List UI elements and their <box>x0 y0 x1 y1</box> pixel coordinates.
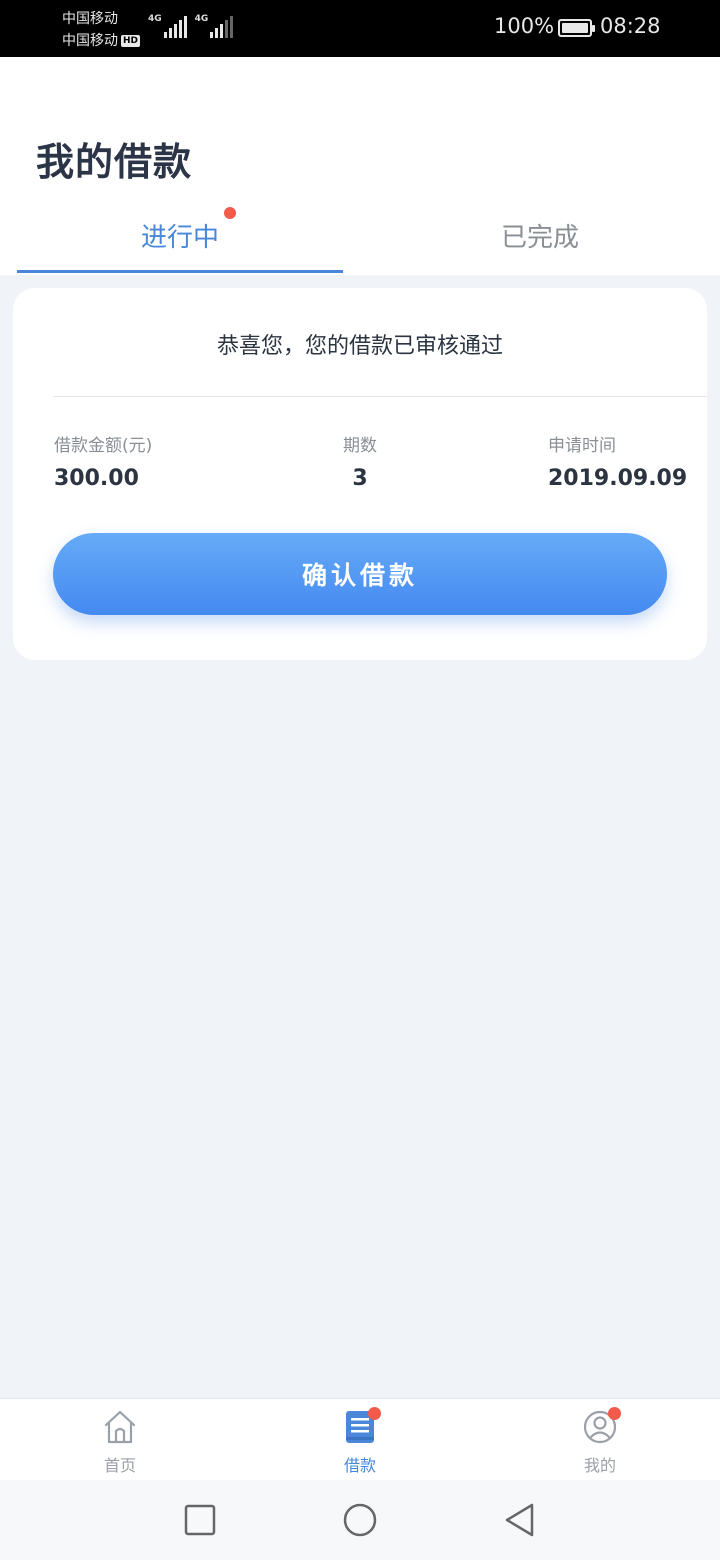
active-tab-indicator <box>17 270 343 273</box>
nav-label-mine: 我的 <box>583 1456 616 1475</box>
apply-date-value: 2019.09.09 <box>548 466 688 491</box>
loan-amount-value: 300.00 <box>54 466 139 491</box>
system-navigation-bar <box>0 1480 720 1560</box>
nav-item-mine[interactable]: 我的 <box>540 1399 660 1481</box>
page-title: 我的借款 <box>36 140 193 184</box>
signal-strength-icon: 4G <box>195 14 234 38</box>
status-bar: 中国移动 中国移动 HD 4G 4G 100% 08:28 <box>0 0 720 57</box>
battery-icon <box>558 19 595 37</box>
page-header: 我的借款 进行中 已完成 <box>0 57 720 275</box>
loan-amount-label: 借款金额(元) <box>54 436 153 456</box>
nav-mine-badge <box>608 1407 621 1420</box>
periods-label: 期数 <box>343 436 377 456</box>
back-triangle-icon[interactable] <box>502 1502 538 1538</box>
home-circle-icon[interactable] <box>342 1502 378 1538</box>
periods-value: 3 <box>352 466 368 491</box>
bottom-navigation: 首页 借款 我的 <box>0 1398 720 1480</box>
network-type-2: 4G <box>194 14 209 24</box>
signal-indicators: 4G 4G <box>148 14 234 38</box>
loan-card: 恭喜您，您的借款已审核通过 借款金额(元) 300.00 期数 3 申请时间 2… <box>13 288 707 660</box>
battery-percentage: 100% <box>494 14 555 38</box>
tab-completed[interactable]: 已完成 <box>377 217 703 254</box>
recent-apps-icon[interactable] <box>182 1502 218 1538</box>
confirm-loan-button[interactable]: 确认借款 <box>53 533 667 615</box>
nav-item-home[interactable]: 首页 <box>60 1399 180 1481</box>
carrier-name-2: 中国移动 <box>62 33 118 49</box>
home-icon <box>104 1410 136 1444</box>
nav-label-loan: 借款 <box>343 1456 376 1475</box>
tab-in-progress[interactable]: 进行中 <box>17 217 343 254</box>
approval-message: 恭喜您，您的借款已审核通过 <box>216 334 503 359</box>
hd-badge: HD <box>121 35 141 47</box>
tab-notification-dot <box>224 207 236 219</box>
status-clock: 08:28 <box>600 14 661 38</box>
nav-label-home: 首页 <box>103 1456 136 1475</box>
carrier-name-1: 中国移动 <box>62 11 118 27</box>
carrier-info: 中国移动 中国移动 HD <box>62 8 141 52</box>
card-divider <box>53 396 707 397</box>
nav-item-loan[interactable]: 借款 <box>300 1399 420 1481</box>
nav-loan-badge <box>368 1407 381 1420</box>
apply-date-label: 申请时间 <box>548 436 616 456</box>
network-type-1: 4G <box>148 14 162 24</box>
signal-strength-icon: 4G <box>148 14 187 38</box>
